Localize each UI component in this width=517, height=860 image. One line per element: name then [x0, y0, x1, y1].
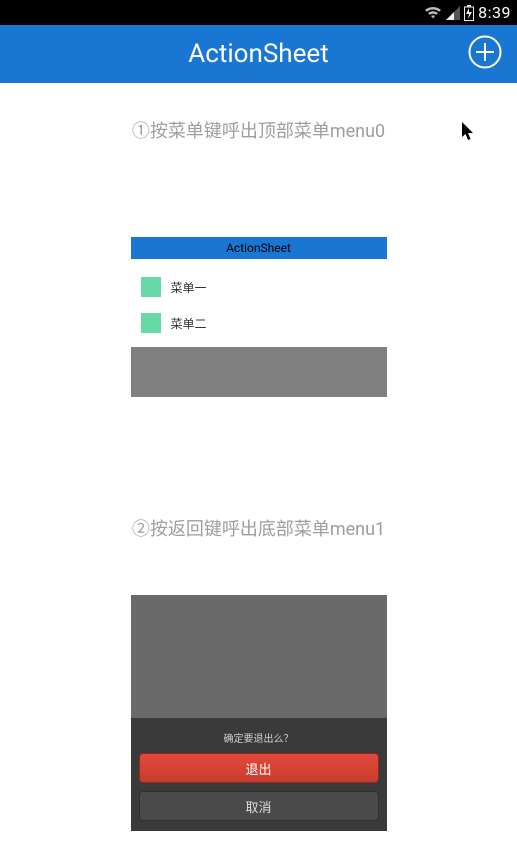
section1-title: ①按菜单键呼出顶部菜单menu0: [0, 117, 517, 143]
exit-button[interactable]: 退出: [139, 753, 379, 783]
add-button[interactable]: [467, 36, 503, 72]
page-title: ActionSheet: [188, 39, 328, 69]
menu-item-label: 菜单二: [171, 315, 207, 332]
menu-item[interactable]: 菜单一: [131, 269, 387, 305]
demo1-screenshot: ActionSheet 菜单一 菜单二: [131, 237, 387, 397]
status-time: 8:39: [478, 3, 511, 22]
menu-item[interactable]: 菜单二: [131, 305, 387, 341]
section2-title: ②按返回键呼出底部菜单menu1: [0, 515, 517, 541]
wifi-icon: [424, 6, 442, 20]
demo2-screenshot: 确定要退出么？ 退出 取消: [131, 595, 387, 831]
menu-swatch-icon: [141, 277, 161, 297]
battery-icon: [464, 5, 474, 21]
cancel-button[interactable]: 取消: [139, 791, 379, 821]
signal-icon: [446, 6, 460, 20]
menu-swatch-icon: [141, 313, 161, 333]
menu-item-label: 菜单一: [171, 279, 207, 296]
sheet-prompt: 确定要退出么？: [139, 726, 379, 753]
bottom-action-sheet: 确定要退出么？ 退出 取消: [131, 718, 387, 831]
demo1-header: ActionSheet: [131, 237, 387, 259]
demo1-footer: [131, 347, 387, 397]
plus-circle-icon: [468, 35, 502, 73]
app-bar: ActionSheet: [0, 25, 517, 83]
status-bar: 8:39: [0, 0, 517, 25]
